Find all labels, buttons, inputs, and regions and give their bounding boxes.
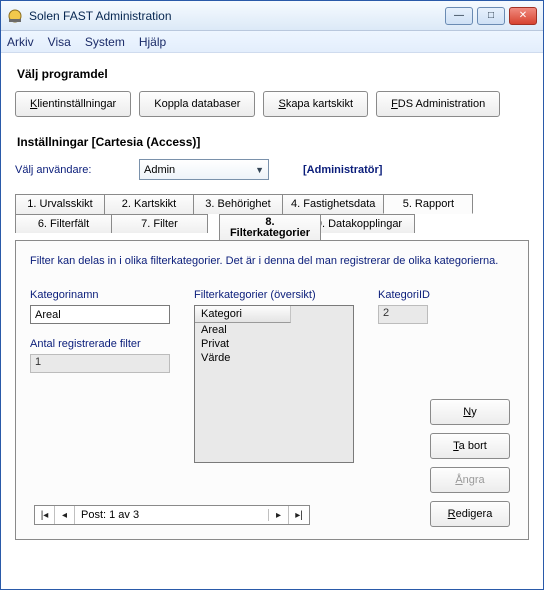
tab-behorighet[interactable]: 3. Behörighet [193, 194, 283, 214]
panel-description: Filter kan delas in i olika filterkatego… [30, 255, 514, 267]
col-kategorinamn: Kategorinamn Antal registrerade filter 1 [30, 289, 170, 463]
menu-arkiv[interactable]: Arkiv [7, 35, 34, 49]
minimize-button[interactable]: — [445, 7, 473, 25]
user-select-value: Admin [144, 164, 175, 176]
nav-prev-button[interactable]: ◂ [55, 506, 75, 524]
list-label: Filterkategorier (översikt) [194, 289, 354, 301]
close-button[interactable]: ✕ [509, 7, 537, 25]
klientinstallningar-button[interactable]: Klientinställningar [15, 91, 131, 117]
window-buttons: — □ ✕ [445, 7, 537, 25]
nav-next-button[interactable]: ▸ [269, 506, 289, 524]
tab-row-3: 8. Filterkategorier [215, 213, 325, 240]
antal-value: 1 [30, 354, 170, 373]
antal-label: Antal registrerade filter [30, 338, 170, 350]
section-heading-installningar: Inställningar [Cartesia (Access)] [17, 135, 527, 149]
filterkategorier-listbox[interactable]: Kategori Areal Privat Värde [194, 305, 354, 463]
tab-rapport[interactable]: 5. Rapport [383, 194, 473, 214]
tabort-button[interactable]: Ta bort [430, 433, 510, 459]
user-label: Välj användare: [15, 164, 125, 176]
ny-button[interactable]: Ny [430, 399, 510, 425]
menu-system[interactable]: System [85, 35, 125, 49]
col-list: Filterkategorier (översikt) Kategori Are… [194, 289, 354, 463]
col-kategoriid: KategoriID 2 [378, 289, 430, 463]
chevron-down-icon: ▼ [255, 165, 264, 175]
section-heading-programdel: Välj programdel [17, 67, 527, 81]
kategorinamn-label: Kategorinamn [30, 289, 170, 301]
tab-filterkategorier-num: 8. [230, 217, 310, 227]
kategorinamn-input[interactable] [30, 305, 170, 324]
maximize-button[interactable]: □ [477, 7, 505, 25]
app-icon [7, 8, 23, 24]
list-header[interactable]: Kategori [195, 306, 291, 323]
tab-filterfalt[interactable]: 6. Filterfält [15, 214, 112, 233]
angra-button[interactable]: Ångra [430, 467, 510, 493]
nav-position-text: Post: 1 av 3 [75, 509, 269, 521]
action-buttons: Ny Ta bort Ångra Redigera [430, 399, 510, 527]
list-item[interactable]: Värde [195, 351, 291, 365]
administrator-label: [Administratör] [303, 164, 382, 176]
list-item[interactable]: Areal [195, 323, 291, 337]
tab-filter[interactable]: 7. Filter [111, 214, 208, 233]
tab-row-1: 1. Urvalsskikt 2. Kartskikt 3. Behörighe… [15, 194, 529, 214]
window-title: Solen FAST Administration [29, 9, 445, 23]
tabs: 1. Urvalsskikt 2. Kartskikt 3. Behörighe… [15, 194, 529, 540]
title-bar: Solen FAST Administration — □ ✕ [1, 1, 543, 31]
menu-visa[interactable]: Visa [48, 35, 71, 49]
fds-administration-button[interactable]: FDS Administration [376, 91, 500, 117]
tab-urvalsskikt[interactable]: 1. Urvalsskikt [15, 194, 105, 214]
user-select[interactable]: Admin ▼ [139, 159, 269, 180]
menu-hjalp[interactable]: Hjälp [139, 35, 166, 49]
nav-last-button[interactable]: ▸| [289, 506, 309, 524]
menu-bar: Arkiv Visa System Hjälp [1, 31, 543, 53]
koppla-databaser-button[interactable]: Koppla databaser [139, 91, 255, 117]
tab-fastighetsdata[interactable]: 4. Fastighetsdata [282, 194, 384, 214]
record-navigator: |◂ ◂ Post: 1 av 3 ▸ ▸| [34, 505, 310, 525]
tab-panel-filterkategorier: Filter kan delas in i olika filterkatego… [15, 240, 529, 540]
nav-first-button[interactable]: |◂ [35, 506, 55, 524]
tab-kartskikt[interactable]: 2. Kartskikt [104, 194, 194, 214]
redigera-button[interactable]: Redigera [430, 501, 510, 527]
skapa-kartskikt-button[interactable]: Skapa kartskikt [263, 91, 368, 117]
program-buttons-row: Klientinställningar Koppla databaser Ska… [15, 91, 529, 117]
tab-filterkategorier[interactable]: 8. Filterkategorier [219, 214, 321, 241]
client-area: Välj programdel Klientinställningar Kopp… [1, 53, 543, 550]
tab-filterkategorier-label: Filterkategorier [230, 227, 310, 239]
user-row: Välj användare: Admin ▼ [Administratör] [15, 159, 529, 180]
app-window: Solen FAST Administration — □ ✕ Arkiv Vi… [0, 0, 544, 590]
kategoriid-value: 2 [378, 305, 428, 324]
list-item[interactable]: Privat [195, 337, 291, 351]
kategoriid-label: KategoriID [378, 289, 430, 301]
